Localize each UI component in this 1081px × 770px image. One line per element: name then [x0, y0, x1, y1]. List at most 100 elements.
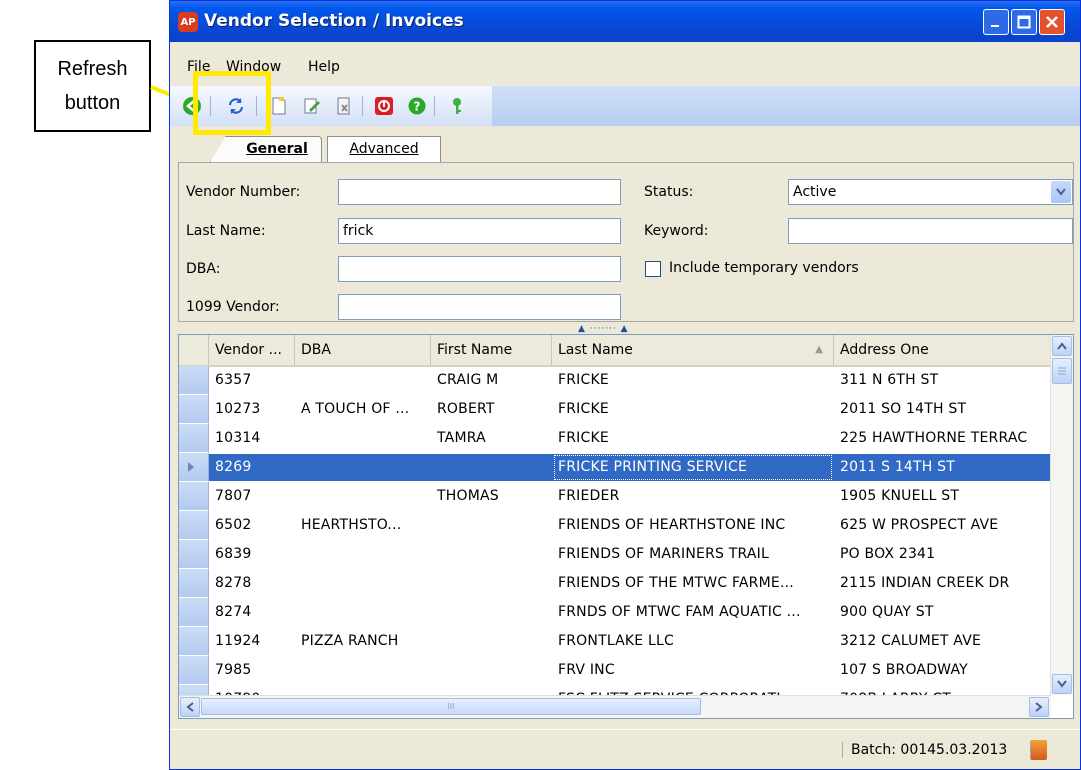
cell-vendor-number[interactable]: 7985 [209, 656, 295, 685]
cell-last-name[interactable]: FRICKE [552, 366, 834, 395]
cell-vendor-number[interactable]: 7807 [209, 482, 295, 511]
row-selector[interactable] [179, 366, 209, 395]
include-temporary-checkbox[interactable] [645, 261, 661, 277]
row-selector[interactable] [179, 627, 209, 656]
cell-address-one[interactable]: 2011 SO 14TH ST [834, 395, 1029, 424]
cell-address-one[interactable]: 2011 S 14TH ST [834, 453, 1029, 482]
table-row[interactable]: 6839 FRIENDS OF MARINERS TRAIL PO BOX 2341 [179, 540, 1051, 569]
cell-last-name[interactable]: FRIEDER [552, 482, 834, 511]
row-selector[interactable] [179, 656, 209, 685]
horizontal-scrollbar[interactable]: III [179, 695, 1051, 718]
cell-first-name[interactable] [431, 453, 552, 482]
cell-last-name[interactable]: FRIENDS OF THE MTWC FARME... [552, 569, 834, 598]
horizontal-scroll-thumb[interactable]: III [201, 698, 701, 715]
column-header-vendor[interactable]: Vendor ... [209, 335, 295, 365]
stop-icon[interactable] [374, 96, 394, 116]
splitter[interactable]: ▲ ······· ▲ [178, 322, 1074, 334]
scroll-up-button[interactable] [1052, 336, 1072, 356]
cell-dba[interactable]: PIZZA RANCH [295, 627, 431, 656]
cell-dba[interactable] [295, 366, 431, 395]
menu-help[interactable]: Help [308, 59, 340, 75]
cell-last-name[interactable]: FRICKE [552, 424, 834, 453]
cell-vendor-number[interactable]: 11924 [209, 627, 295, 656]
cell-last-name[interactable]: FRIENDS OF MARINERS TRAIL [552, 540, 834, 569]
vendor-1099-input[interactable] [338, 294, 621, 320]
cell-address-one[interactable]: 107 S BROADWAY [834, 656, 1029, 685]
cell-vendor-number[interactable]: 8278 [209, 569, 295, 598]
cell-dba[interactable] [295, 453, 431, 482]
cell-dba[interactable] [295, 424, 431, 453]
keyword-input[interactable] [788, 218, 1073, 244]
table-row[interactable]: 8269 FRICKE PRINTING SERVICE 2011 S 14TH S… [179, 453, 1051, 482]
cell-address-one[interactable]: 311 N 6TH ST [834, 366, 1029, 395]
cell-address-one[interactable]: 625 W PROSPECT AVE [834, 511, 1029, 540]
cell-first-name[interactable] [431, 598, 552, 627]
new-document-icon[interactable] [269, 96, 289, 116]
row-selector[interactable] [179, 569, 209, 598]
column-header-dba[interactable]: DBA [295, 335, 431, 365]
column-header-last-name[interactable]: Last Name ▲ [552, 335, 834, 365]
title-bar[interactable]: AP Vendor Selection / Invoices [170, 1, 1080, 42]
cell-dba[interactable] [295, 482, 431, 511]
scroll-left-button[interactable] [180, 697, 200, 717]
row-selector[interactable] [179, 511, 209, 540]
dba-input[interactable] [338, 256, 621, 282]
minimize-button[interactable] [983, 9, 1009, 35]
row-selector[interactable] [179, 453, 209, 482]
cell-first-name[interactable] [431, 656, 552, 685]
cell-last-name[interactable]: FRICKE PRINTING SERVICE [552, 453, 834, 482]
row-selector[interactable] [179, 482, 209, 511]
cell-vendor-number[interactable]: 8274 [209, 598, 295, 627]
cell-dba[interactable]: HEARTHSTO... [295, 511, 431, 540]
cell-address-one[interactable]: 3212 CALUMET AVE [834, 627, 1029, 656]
last-name-input[interactable]: frick [338, 218, 621, 244]
row-selector[interactable] [179, 598, 209, 627]
cell-first-name[interactable]: THOMAS [431, 482, 552, 511]
tab-general[interactable]: General [210, 136, 322, 162]
chevron-down-icon[interactable] [1051, 181, 1071, 203]
table-row[interactable]: 8278 FRIENDS OF THE MTWC FARME... 2115 IND… [179, 569, 1051, 598]
trash-can-icon[interactable] [1030, 740, 1047, 760]
table-row[interactable]: 10273 A TOUCH OF ... ROBERT FRICKE 2011 SO 1… [179, 395, 1051, 424]
scroll-down-button[interactable] [1052, 674, 1072, 694]
cell-dba[interactable]: A TOUCH OF ... [295, 395, 431, 424]
cell-address-one[interactable]: PO BOX 2341 [834, 540, 1029, 569]
cell-first-name[interactable]: CRAIG M [431, 366, 552, 395]
table-row[interactable]: 7807 THOMAS FRIEDER 1905 KNUELL ST [179, 482, 1051, 511]
cell-vendor-number[interactable]: 10273 [209, 395, 295, 424]
cell-address-one[interactable]: 2115 INDIAN CREEK DR [834, 569, 1029, 598]
cell-dba[interactable] [295, 598, 431, 627]
table-row[interactable]: 6502 HEARTHSTO... FRIENDS OF HEARTHSTONE I… [179, 511, 1051, 540]
cell-dba[interactable] [295, 540, 431, 569]
cell-first-name[interactable] [431, 627, 552, 656]
table-row[interactable]: 6357 CRAIG M FRICKE 311 N 6TH ST [179, 366, 1051, 395]
cell-vendor-number[interactable]: 6502 [209, 511, 295, 540]
row-selector[interactable] [179, 395, 209, 424]
table-row[interactable]: 8274 FRNDS OF MTWC FAM AQUATIC ... 900 QUA… [179, 598, 1051, 627]
close-button[interactable] [1039, 9, 1065, 35]
menu-file[interactable]: File [187, 59, 210, 75]
table-row[interactable]: 11924 PIZZA RANCH FRONTLAKE LLC 3212 CALUME… [179, 627, 1051, 656]
refresh-icon[interactable] [226, 96, 246, 116]
vendor-number-input[interactable] [338, 179, 621, 205]
cell-last-name[interactable]: FRICKE [552, 395, 834, 424]
maximize-button[interactable] [1011, 9, 1037, 35]
cell-address-one[interactable]: 1905 KNUELL ST [834, 482, 1029, 511]
cell-address-one[interactable]: 900 QUAY ST [834, 598, 1029, 627]
table-row[interactable]: 10314 TAMRA FRICKE 225 HAWTHORNE TERRAC [179, 424, 1051, 453]
cell-dba[interactable] [295, 656, 431, 685]
row-selector[interactable] [179, 424, 209, 453]
table-row[interactable]: 7985 FRV INC 107 S BROADWAY [179, 656, 1051, 685]
column-header-first-name[interactable]: First Name [431, 335, 552, 365]
scroll-right-button[interactable] [1029, 697, 1049, 717]
back-arrow-icon[interactable] [182, 96, 202, 116]
cell-address-one[interactable]: 225 HAWTHORNE TERRAC [834, 424, 1029, 453]
cell-last-name[interactable]: FRONTLAKE LLC [552, 627, 834, 656]
cell-first-name[interactable]: TAMRA [431, 424, 552, 453]
cell-vendor-number[interactable]: 10314 [209, 424, 295, 453]
cell-vendor-number[interactable]: 6839 [209, 540, 295, 569]
cell-first-name[interactable]: ROBERT [431, 395, 552, 424]
cell-dba[interactable] [295, 569, 431, 598]
help-icon[interactable]: ? [407, 96, 427, 116]
cell-first-name[interactable] [431, 511, 552, 540]
